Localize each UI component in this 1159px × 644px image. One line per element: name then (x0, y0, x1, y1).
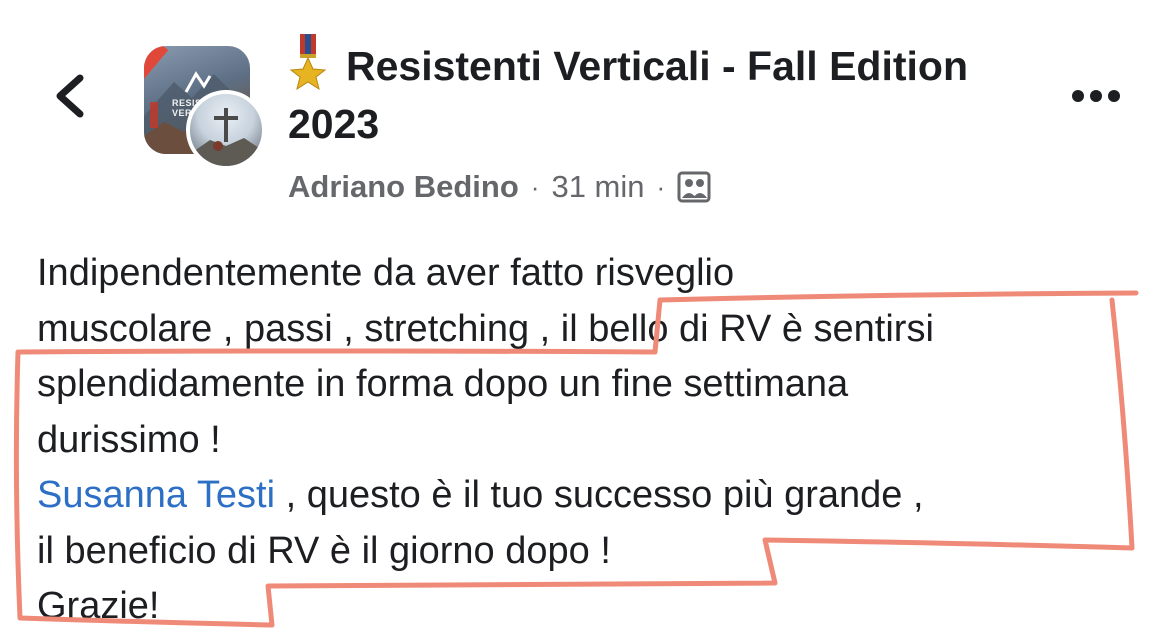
meta-separator: · (530, 171, 540, 202)
military-medal-emoji (289, 34, 327, 90)
post-meta: Adriano Bedino · 31 min · (288, 165, 711, 209)
post-line-text: , questo è il tuo successo più grande , (275, 474, 924, 516)
group-avatar-stack[interactable]: RESISTENTI VERTICALI (144, 46, 268, 170)
post-line: splendidamente in forma dopo un fine set… (37, 363, 849, 405)
post-text: Indipendentemente da aver fatto risvegli… (37, 246, 1137, 635)
user-avatar[interactable] (186, 90, 266, 170)
post-line: durissimo ! (37, 418, 221, 461)
post-line: Susanna Testi , questo è il tuo successo… (37, 468, 1137, 524)
group-title[interactable]: Resistenti Verticali - Fall Edition 2023 (288, 34, 988, 153)
back-button[interactable] (48, 64, 96, 128)
more-options-button[interactable] (1068, 80, 1128, 112)
post-line: Indipendentemente da aver fatto risvegli… (37, 252, 735, 294)
post-line: Grazie! (37, 585, 160, 627)
chevron-left-icon (56, 74, 84, 118)
group-audience-icon (677, 171, 711, 203)
author-name[interactable]: Adriano Bedino (288, 169, 519, 205)
user-mention-link[interactable]: Susanna Testi (37, 474, 275, 516)
more-horizontal-icon (1072, 90, 1120, 102)
post-line: muscolare , passi , stretching , il bell… (37, 307, 934, 350)
post-time[interactable]: 31 min (551, 169, 644, 205)
post-line: il beneficio di RV è il giorno dopo ! (37, 529, 611, 572)
summit-cross-image (190, 108, 262, 166)
group-title-text: Resistenti Verticali - Fall Edition 2023 (288, 43, 968, 147)
meta-separator: · (656, 171, 666, 202)
